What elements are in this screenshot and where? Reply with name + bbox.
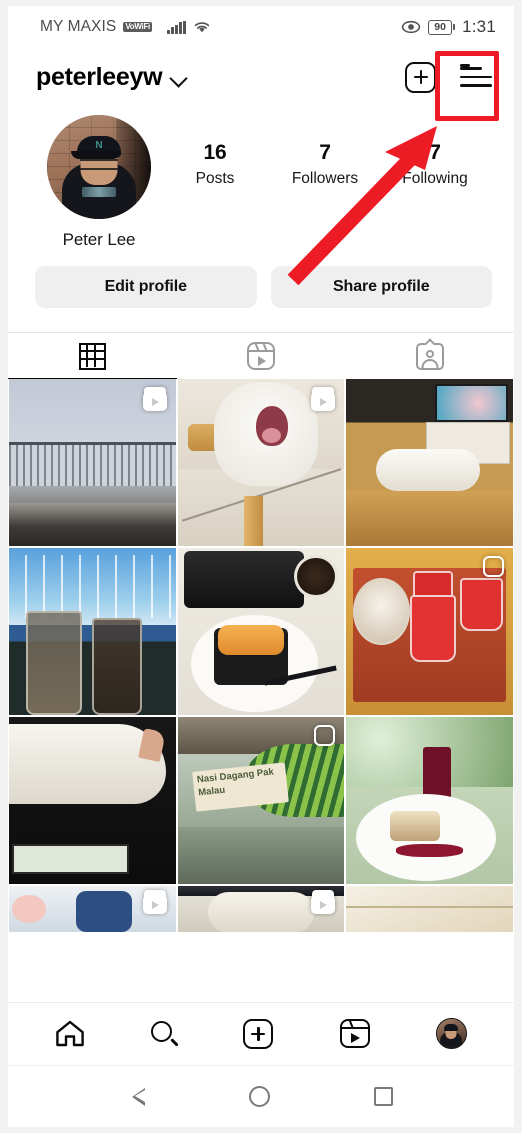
grid-post-p4[interactable] — [9, 548, 176, 715]
clock: 1:31 — [462, 17, 496, 36]
grid-post-p3[interactable] — [346, 379, 513, 546]
tab-grid[interactable] — [8, 333, 177, 379]
triangle-back-icon[interactable] — [130, 1086, 145, 1108]
profile-actions: Edit profile Share profile — [8, 250, 514, 308]
status-bar-right: 90 1:31 — [401, 17, 496, 37]
chevron-down-icon[interactable] — [169, 69, 188, 88]
status-bar-left: MY MAXIS VoWiFi — [40, 18, 211, 36]
stats-row: 16 Posts 7 Followers 7 Following — [160, 115, 490, 188]
grid-post-p9[interactable] — [346, 717, 513, 884]
stat-posts[interactable]: 16 Posts — [179, 141, 251, 188]
android-navigation-bar — [8, 1065, 514, 1127]
hamburger-menu-icon[interactable] — [460, 64, 492, 89]
followers-label: Followers — [291, 170, 359, 187]
grid-post-p12[interactable] — [346, 886, 513, 932]
carousel-badge-icon — [314, 725, 336, 746]
profile-avatar[interactable]: N — [47, 115, 151, 219]
posts-count: 16 — [203, 141, 227, 164]
followers-count: 7 — [319, 141, 331, 164]
reel-badge-icon — [142, 890, 167, 914]
eye-icon — [401, 20, 421, 34]
battery-icon: 90 — [428, 19, 456, 35]
share-profile-button[interactable]: Share profile — [270, 266, 492, 308]
search-icon[interactable] — [151, 1020, 180, 1047]
tagged-person-icon — [415, 337, 444, 370]
grid-post-p5[interactable] — [177, 548, 345, 715]
grid-post-p6[interactable] — [346, 548, 513, 715]
grid-post-p7[interactable] — [9, 717, 176, 884]
following-label: Following — [402, 170, 468, 187]
reel-badge-icon — [311, 387, 336, 411]
tab-tagged[interactable] — [345, 333, 514, 379]
photo-grid: Nasi Dagang Pak Malau — [8, 379, 514, 932]
grid-post-p2[interactable] — [177, 379, 345, 546]
profile-tabs — [8, 332, 514, 379]
square-recents-icon[interactable] — [373, 1087, 393, 1106]
grid-icon — [78, 342, 106, 370]
vowifi-badge: VoWiFi — [123, 21, 152, 33]
create-plus-icon[interactable] — [243, 1018, 274, 1049]
profile-header: peterleeyw — [8, 48, 514, 106]
notification-dot — [460, 64, 470, 67]
header-icons — [405, 61, 492, 93]
status-bar: MY MAXIS VoWiFi 90 1:31 — [8, 6, 514, 48]
home-glyph — [56, 1020, 84, 1047]
reel-badge-icon — [142, 387, 167, 411]
grid-post-p8[interactable]: Nasi Dagang Pak Malau — [177, 717, 345, 884]
reels-nav-icon[interactable] — [339, 1018, 370, 1048]
posts-label: Posts — [195, 170, 235, 187]
stat-followers[interactable]: 7 Followers — [289, 141, 361, 188]
grid-post-p11[interactable] — [177, 886, 345, 932]
edit-profile-button[interactable]: Edit profile — [35, 266, 257, 308]
circle-home-icon[interactable] — [248, 1086, 270, 1107]
stat-following[interactable]: 7 Following — [399, 141, 471, 188]
identity-row: N Peter Lee 16 Posts 7 Followers 7 Follo… — [8, 106, 514, 250]
plus-square-icon[interactable] — [405, 61, 436, 93]
phone-screen: MY MAXIS VoWiFi 90 1:31 peterleeyw N Pet… — [8, 6, 514, 1127]
grid-post-p1[interactable] — [9, 379, 176, 546]
tab-reels[interactable] — [177, 333, 346, 379]
battery-level: 90 — [428, 19, 453, 35]
reel-badge-icon — [311, 890, 336, 914]
bottom-navigation — [8, 1002, 514, 1064]
screenshot-frame: MY MAXIS VoWiFi 90 1:31 peterleeyw N Pet… — [0, 0, 522, 1133]
following-count: 7 — [429, 141, 441, 164]
wifi-icon — [194, 22, 210, 33]
avatar-column: N Peter Lee — [38, 115, 160, 250]
signal-bars-icon — [166, 20, 186, 34]
username-label[interactable]: peterleeyw — [36, 63, 163, 92]
grid-post-p10[interactable] — [9, 886, 176, 932]
home-icon[interactable] — [55, 1020, 85, 1047]
carousel-badge-icon — [483, 556, 504, 577]
reels-icon — [247, 342, 275, 370]
profile-avatar-icon[interactable] — [435, 1018, 467, 1049]
carrier-label: MY MAXIS — [40, 18, 117, 35]
display-name: Peter Lee — [62, 230, 136, 249]
